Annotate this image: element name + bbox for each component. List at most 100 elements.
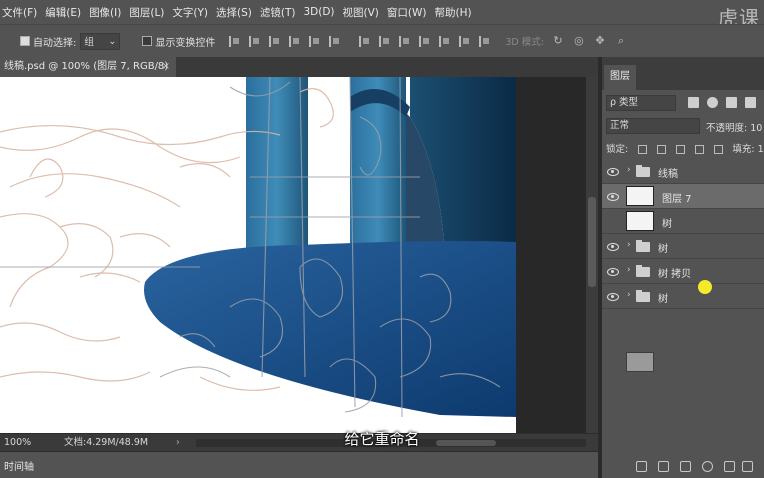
lock-artboard-icon[interactable] <box>695 145 705 154</box>
layer-name[interactable]: 图层 7 <box>662 190 692 205</box>
mouse-cursor-highlight <box>698 280 712 294</box>
opacity-control[interactable]: 不透明度: 10 <box>706 120 762 134</box>
layer-row[interactable]: › 树 <box>602 234 764 259</box>
artwork-canvas[interactable] <box>0 77 516 433</box>
lock-label: 锁定: <box>606 144 629 155</box>
fill-label: 填充: <box>732 144 755 155</box>
align-hcenter-icon[interactable] <box>309 35 322 47</box>
auto-align-icon[interactable] <box>479 35 492 47</box>
opacity-label: 不透明度: <box>706 123 748 134</box>
menu-image[interactable]: 图像(I) <box>89 5 121 20</box>
folder-icon <box>636 165 650 177</box>
timeline-panel: 时间轴 <box>0 451 598 478</box>
menu-select[interactable]: 选择(S) <box>216 5 252 20</box>
menu-file[interactable]: 文件(F) <box>2 5 37 20</box>
menu-help[interactable]: 帮助(H) <box>435 5 472 20</box>
tab-layers[interactable]: 图层 <box>604 65 636 90</box>
new-group-icon[interactable] <box>724 461 735 472</box>
layer-row[interactable]: › 线稿 <box>602 159 764 184</box>
auto-select-dropdown[interactable]: 组 ⌄ <box>80 32 121 50</box>
document-tab[interactable]: 线稿.psd @ 100% (图层 7, RGB/8) × <box>0 57 176 77</box>
filter-pixel-icon[interactable] <box>688 97 699 108</box>
menu-bar: 文件(F) 编辑(E) 图像(I) 图层(L) 文字(Y) 选择(S) 滤镜(T… <box>0 0 764 30</box>
auto-select-checkbox[interactable] <box>20 36 30 46</box>
rotate-3d-icon[interactable]: ↻ <box>551 34 565 48</box>
align-vcenter-icon[interactable] <box>249 35 262 47</box>
menu-window[interactable]: 窗口(W) <box>387 5 427 20</box>
new-layer-icon[interactable] <box>742 461 753 472</box>
folder-icon <box>636 265 650 277</box>
blend-mode-dropdown[interactable]: 正常 <box>606 118 700 134</box>
pillar-left <box>246 77 308 262</box>
menu-type[interactable]: 文字(Y) <box>172 5 208 20</box>
distribute-hcenter-icon[interactable] <box>439 35 452 47</box>
layer-name: 树 <box>662 219 672 230</box>
align-top-icon[interactable] <box>229 35 242 47</box>
menu-edit[interactable]: 编辑(E) <box>45 5 81 20</box>
chevron-right-icon[interactable]: › <box>627 240 631 250</box>
layer-list: › 线稿 图层 7 树 › 树 › 树 拷贝 › 树 <box>602 159 764 309</box>
drag-ghost-thumbnail <box>626 352 654 372</box>
add-mask-icon[interactable] <box>680 461 691 472</box>
canvas-area[interactable] <box>0 77 598 433</box>
distribute-bottom-icon[interactable] <box>399 35 412 47</box>
chevron-right-icon[interactable]: › <box>627 265 631 275</box>
layer-row[interactable]: › 树 <box>602 284 764 309</box>
layer-style-icon[interactable] <box>658 461 669 472</box>
eye-icon[interactable] <box>607 265 619 277</box>
adjustment-layer-icon[interactable] <box>702 461 713 472</box>
chevron-right-icon[interactable]: › <box>627 290 631 300</box>
chevron-down-icon: ⌄ <box>108 35 117 47</box>
chevron-right-icon[interactable]: › <box>627 165 631 175</box>
drag-3d-icon[interactable]: ✥ <box>593 34 607 48</box>
fill-value[interactable]: 10 <box>758 144 764 155</box>
layer-thumbnail <box>626 211 654 231</box>
eye-icon[interactable] <box>607 240 619 252</box>
filter-shape-icon[interactable] <box>745 97 756 108</box>
filter-type-icon[interactable] <box>726 97 737 108</box>
options-bar: 自动选择: 组 ⌄ 显示变换控件 3D 模式: ↻ ◎ ✥ ⌕ <box>0 24 764 57</box>
eye-icon[interactable] <box>607 190 619 202</box>
layer-filter-dropdown[interactable]: ρ 类型 <box>606 95 676 111</box>
layer-name: 树 <box>658 294 668 305</box>
search-icon[interactable]: ⌕ <box>614 34 628 48</box>
vertical-scrollbar[interactable] <box>586 77 598 433</box>
close-icon[interactable]: × <box>162 57 170 77</box>
lock-position-icon[interactable] <box>676 145 686 154</box>
lock-transparent-icon[interactable] <box>638 145 648 154</box>
timeline-label[interactable]: 时间轴 <box>4 458 34 473</box>
filter-adjustment-icon[interactable] <box>707 97 718 108</box>
folder-icon <box>636 290 650 302</box>
eye-icon[interactable] <box>607 290 619 302</box>
layers-panel: 图层 ρ 类型 正常 不透明度: 10 锁定: 填充: 10 › 线稿 图层 7… <box>602 57 764 478</box>
opacity-value[interactable]: 10 <box>750 123 762 134</box>
eye-icon[interactable] <box>607 165 619 177</box>
roll-3d-icon[interactable]: ◎ <box>572 34 586 48</box>
menu-3d[interactable]: 3D(D) <box>303 6 334 18</box>
menu-view[interactable]: 视图(V) <box>343 5 379 20</box>
show-transform-label: 显示变换控件 <box>155 37 216 49</box>
lock-image-icon[interactable] <box>657 145 667 154</box>
layer-name: 树 拷贝 <box>658 269 692 280</box>
layer-row[interactable]: › 树 拷贝 <box>602 259 764 284</box>
align-right-icon[interactable] <box>329 35 342 47</box>
layer-row[interactable]: 图层 7 <box>602 184 764 209</box>
distribute-left-icon[interactable] <box>419 35 432 47</box>
distribute-top-icon[interactable] <box>359 35 372 47</box>
link-layers-icon[interactable] <box>636 461 647 472</box>
distribute-vcenter-icon[interactable] <box>379 35 392 47</box>
menu-filter[interactable]: 滤镜(T) <box>260 5 296 20</box>
lock-all-icon[interactable] <box>714 145 724 154</box>
align-left-icon[interactable] <box>289 35 302 47</box>
drag-ghost-layer <box>610 352 710 374</box>
layer-thumbnail <box>626 186 654 206</box>
layer-row[interactable]: 树 <box>602 209 764 234</box>
auto-select-value: 组 <box>84 37 94 48</box>
show-transform-checkbox[interactable] <box>142 36 153 46</box>
distribute-right-icon[interactable] <box>459 35 472 47</box>
menu-layer[interactable]: 图层(L) <box>129 5 164 20</box>
auto-select-label: 自动选择: <box>33 37 77 49</box>
align-bottom-icon[interactable] <box>269 35 282 47</box>
vertical-scroll-thumb[interactable] <box>588 197 596 287</box>
lock-row: 锁定: 填充: 10 <box>606 141 764 155</box>
